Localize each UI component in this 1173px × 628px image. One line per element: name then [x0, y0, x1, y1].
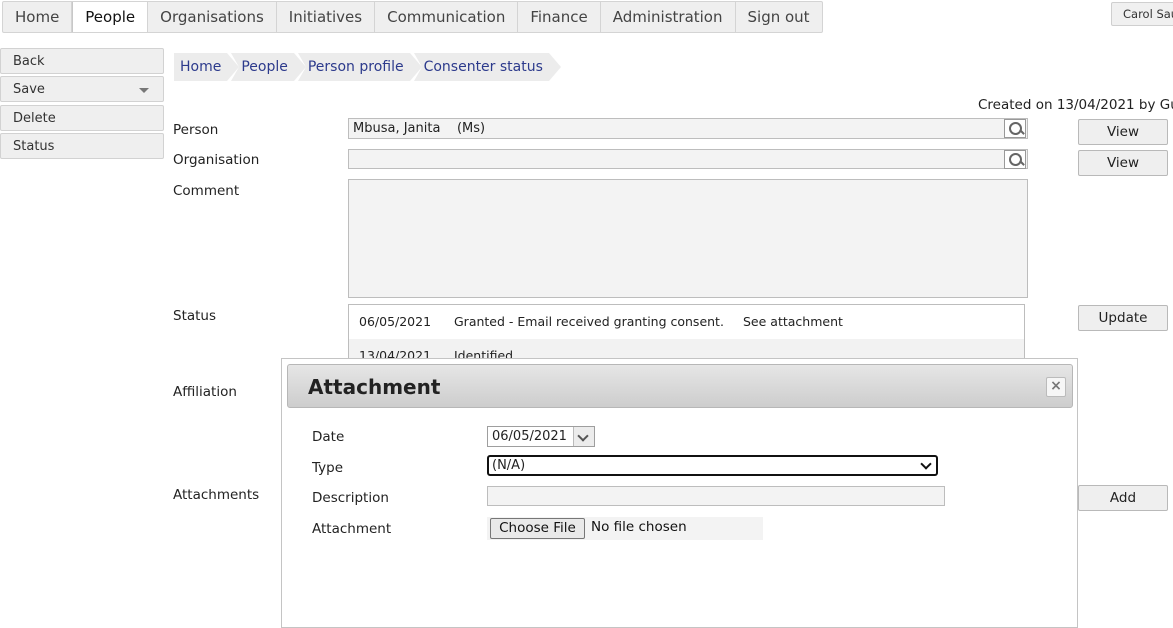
choose-file-button[interactable]: Choose File — [490, 518, 585, 539]
delete-button[interactable]: Delete — [0, 105, 164, 131]
status-button[interactable]: Status — [0, 133, 164, 159]
file-status-text: No file chosen — [591, 519, 687, 535]
view-person-button[interactable]: View — [1078, 119, 1168, 145]
date-label: Date — [312, 429, 345, 445]
date-field[interactable]: 06/05/2021 — [487, 426, 595, 447]
nav-tab-communication[interactable]: Communication — [375, 2, 519, 32]
save-button-label: Save — [13, 82, 45, 97]
update-button[interactable]: Update — [1078, 305, 1168, 331]
file-input[interactable]: Choose File No file chosen — [487, 517, 763, 540]
dialog-header: Attachment × — [287, 364, 1073, 408]
type-label: Type — [312, 460, 344, 476]
nav-tab-sign-out[interactable]: Sign out — [736, 2, 822, 32]
nav-tab-finance[interactable]: Finance — [518, 2, 601, 32]
status-date: 06/05/2021 — [359, 314, 432, 329]
attachment-dialog: Attachment × Date 06/05/2021 Type (N/A) … — [281, 358, 1078, 628]
affiliation-label: Affiliation — [173, 384, 237, 400]
created-info: Created on 13/04/2021 by Gue — [978, 97, 1173, 113]
user-menu-button[interactable]: Carol Saul — [1111, 2, 1173, 26]
status-label: Status — [173, 308, 217, 324]
breadcrumb-person-profile[interactable]: Person profile — [297, 53, 422, 81]
organisation-search-icon[interactable] — [1004, 150, 1026, 169]
top-navigation: Home People Organisations Initiatives Co… — [2, 1, 823, 33]
chevron-down-icon[interactable] — [139, 88, 149, 93]
status-history-list: 06/05/2021 Granted - Email received gran… — [348, 304, 1025, 364]
breadcrumb-consenter-status[interactable]: Consenter status — [413, 53, 562, 81]
save-button[interactable]: Save — [0, 76, 164, 102]
organisation-field[interactable] — [348, 149, 1028, 169]
view-organisation-button[interactable]: View — [1078, 150, 1168, 176]
status-text: Granted - Email received granting consen… — [454, 314, 724, 329]
nav-tab-administration[interactable]: Administration — [601, 2, 736, 32]
organisation-label: Organisation — [173, 152, 260, 168]
date-dropdown-icon[interactable] — [573, 427, 594, 446]
see-attachment-link[interactable]: See attachment — [743, 305, 843, 339]
nav-tab-people[interactable]: People — [72, 2, 149, 32]
type-value: (N/A) — [492, 458, 526, 473]
person-label: Person — [173, 122, 219, 138]
add-attachment-button[interactable]: Add — [1078, 485, 1168, 511]
date-value: 06/05/2021 — [492, 429, 567, 444]
description-field[interactable] — [487, 486, 945, 506]
comment-textarea[interactable] — [348, 179, 1028, 298]
person-field[interactable]: Mbusa, Janita (Ms) — [348, 118, 1028, 139]
attachment-label: Attachment — [312, 521, 392, 537]
breadcrumb-people[interactable]: People — [231, 53, 306, 81]
breadcrumb-home[interactable]: Home — [174, 53, 240, 81]
close-icon[interactable]: × — [1046, 377, 1066, 397]
type-select[interactable]: (N/A) — [487, 455, 938, 476]
comment-label: Comment — [173, 183, 240, 199]
back-button[interactable]: Back — [0, 48, 164, 74]
nav-tab-home[interactable]: Home — [3, 2, 73, 32]
nav-tab-organisations[interactable]: Organisations — [148, 2, 277, 32]
status-row: 06/05/2021 Granted - Email received gran… — [349, 305, 1024, 339]
attachments-label: Attachments — [173, 487, 260, 503]
chevron-down-icon — [920, 458, 932, 470]
dialog-title: Attachment — [308, 375, 441, 399]
description-label: Description — [312, 490, 389, 506]
person-search-icon[interactable] — [1004, 119, 1026, 138]
nav-tab-initiatives[interactable]: Initiatives — [277, 2, 376, 32]
breadcrumb: Home People Person profile Consenter sta… — [174, 53, 562, 81]
